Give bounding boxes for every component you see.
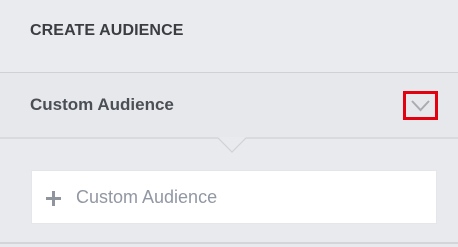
collapse-toggle-button[interactable]: [403, 91, 438, 120]
bottom-divider: [0, 242, 458, 244]
page-title: CREATE AUDIENCE: [30, 22, 184, 39]
add-custom-audience-label: Custom Audience: [76, 187, 218, 207]
panel-header: CREATE AUDIENCE: [0, 0, 458, 73]
pointer-divider: [0, 137, 458, 153]
section-title: Custom Audience: [30, 95, 174, 114]
create-audience-panel: CREATE AUDIENCE Custom Audience Custom A…: [0, 0, 458, 247]
custom-audience-section-header[interactable]: Custom Audience: [0, 73, 458, 137]
plus-icon: [46, 191, 61, 206]
add-custom-audience-input[interactable]: Custom Audience: [31, 170, 437, 224]
chevron-down-icon: [411, 100, 430, 112]
